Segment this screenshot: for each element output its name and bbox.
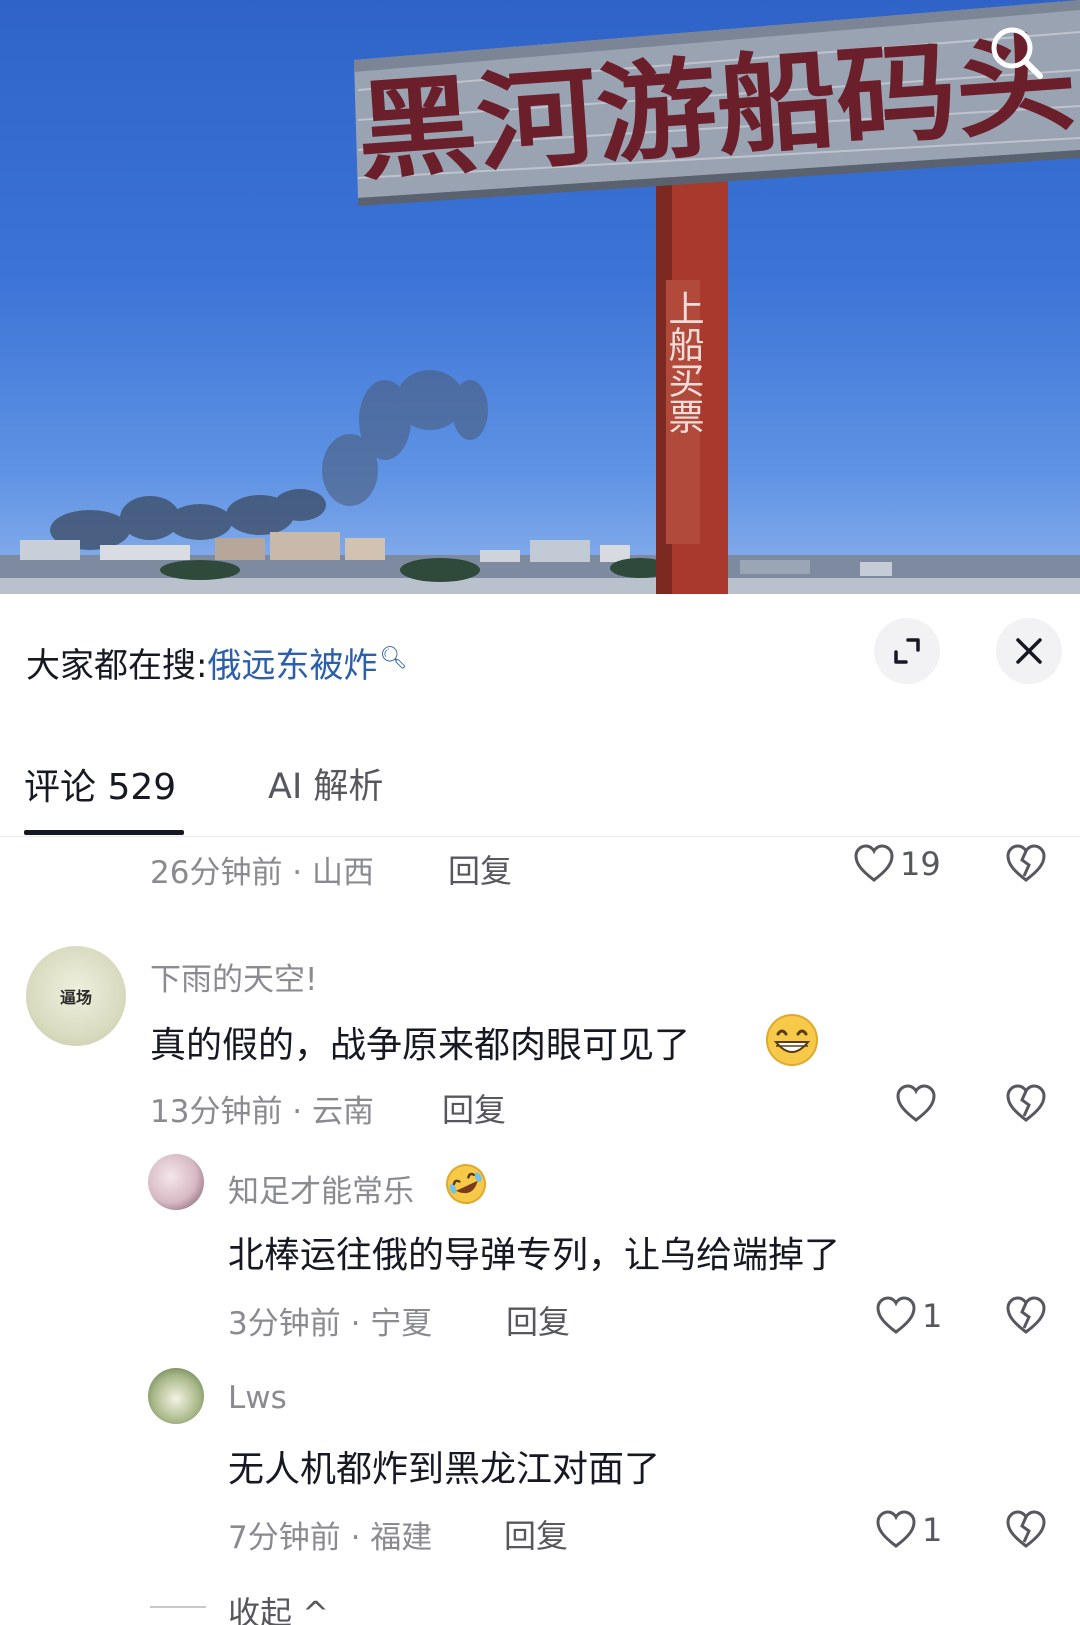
collapse-replies-button[interactable]: 收起 ^ — [228, 1588, 329, 1625]
comment-time-location: 3分钟前 · 宁夏 — [228, 1306, 433, 1342]
video-frame[interactable]: 上船买票 黑河游船码头 — [0, 0, 1080, 594]
reply-button[interactable]: 回复 — [506, 1297, 570, 1343]
comment-username[interactable]: 知足才能常乐 — [228, 1166, 414, 1211]
heart-icon — [876, 1510, 916, 1548]
reply-button[interactable]: 回复 — [448, 846, 512, 892]
heart-icon — [854, 844, 894, 882]
heart-icon — [896, 1084, 936, 1122]
mini-search-icon: 🔍︎ — [379, 645, 408, 671]
reply-button[interactable]: 回复 — [442, 1085, 506, 1131]
tab-ai-analysis[interactable]: AI 解析 — [268, 758, 383, 809]
broken-heart-icon[interactable] — [1004, 842, 1048, 886]
comment-username[interactable]: Lws — [228, 1380, 287, 1416]
like-count: 1 — [922, 1511, 943, 1549]
broken-heart-icon[interactable] — [1004, 1082, 1048, 1126]
search-suggestion-prefix: 大家都在搜: — [26, 646, 208, 686]
city-skyline — [0, 532, 1080, 594]
broken-heart-icon[interactable] — [1004, 1294, 1048, 1338]
comment-text: 北棒运往俄的导弹专列，让乌给端掉了 — [228, 1235, 841, 1276]
avatar-text: 逼场 — [59, 988, 92, 1007]
tab-divider — [0, 836, 1080, 837]
rofl-emoji — [446, 1164, 486, 1204]
avatar[interactable] — [148, 1368, 204, 1424]
like-button[interactable]: 1 — [874, 1294, 942, 1338]
comment-text: 真的假的，战争原来都肉眼可见了 — [150, 1025, 691, 1066]
like-button[interactable]: 19 — [852, 842, 941, 886]
search-suggestion-keyword[interactable]: 俄远东被炸 — [207, 646, 377, 686]
like-count: 1 — [922, 1297, 943, 1335]
grin-emoji — [766, 1014, 818, 1066]
like-button[interactable] — [894, 1082, 942, 1126]
search-suggestion[interactable]: 大家都在搜:俄远东被炸🔍︎ — [26, 638, 407, 687]
tab-active-indicator — [24, 830, 184, 835]
broken-heart-icon[interactable] — [1004, 1508, 1048, 1552]
scene-illustration: 上船买票 黑河游船码头 — [0, 0, 1080, 594]
smoke-column — [322, 370, 488, 506]
comment-username[interactable]: 下雨的天空! — [150, 954, 317, 999]
search-icon[interactable] — [982, 18, 1054, 90]
tab-comments[interactable]: 评论 529 — [24, 758, 176, 810]
expand-icon[interactable] — [874, 618, 940, 684]
comment-time-location: 13分钟前 · 云南 — [150, 1094, 375, 1130]
heart-icon — [876, 1296, 916, 1334]
comment-text: 无人机都炸到黑龙江对面了 — [228, 1449, 661, 1490]
reply-button[interactable]: 回复 — [504, 1511, 568, 1557]
close-icon[interactable] — [996, 618, 1062, 684]
avatar[interactable] — [148, 1154, 204, 1210]
pole-text: 上船买票 — [663, 290, 704, 434]
collapse-divider — [150, 1606, 206, 1608]
avatar[interactable]: 逼场 — [26, 946, 126, 1046]
comment-time-location: 26分钟前 · 山西 — [150, 855, 375, 891]
billboard-text: 黑河游船码头 — [353, 21, 1080, 196]
like-count: 19 — [900, 845, 941, 883]
comment-time-location: 7分钟前 · 福建 — [228, 1520, 433, 1556]
like-button[interactable]: 1 — [874, 1508, 942, 1552]
